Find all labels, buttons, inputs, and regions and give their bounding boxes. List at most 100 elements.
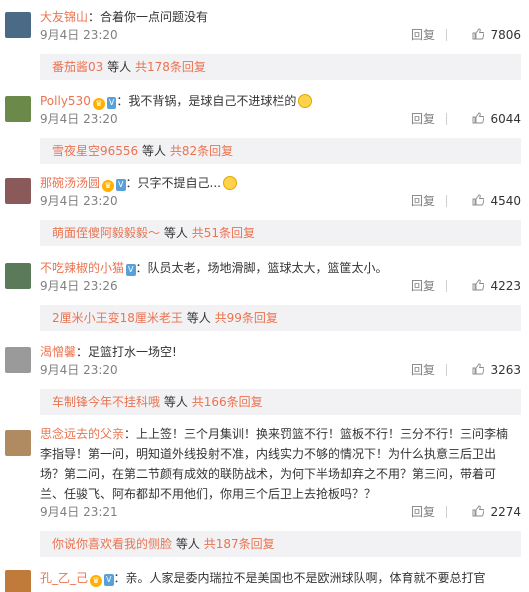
username-link[interactable]: 思念远去的父亲 [40, 427, 124, 441]
avatar[interactable] [5, 178, 31, 204]
sub-reply-user[interactable]: 雪夜星空96556 [52, 144, 138, 158]
divider [446, 280, 447, 292]
comment-list: 大友锦山：合着你一点问题没有 9月4日 23:20 回复 7806 番茄酱03 … [0, 0, 529, 592]
comment-text: 只字不提自己... [137, 176, 221, 190]
comment-meta: 9月4日 23:20 回复 6044 [40, 111, 521, 127]
thumbs-up-icon [473, 112, 485, 124]
emoji-icon [298, 94, 313, 108]
sub-reply-count[interactable]: 共187条回复 [204, 537, 275, 551]
comment-text-line: 场？第二问，在第二节颜有成效的联防战术，为何下半场却弃之不用？第三问，带着可 [40, 467, 497, 481]
like-button[interactable]: 3263 [472, 362, 521, 378]
crown-icon: ♛ [90, 575, 103, 587]
sub-reply-user[interactable]: 你说你喜欢看我的侧脸 [52, 537, 172, 551]
username-link[interactable]: 不吃辣椒的小猫 [40, 261, 124, 275]
like-count: 7806 [490, 28, 521, 42]
vip-badge-icon: V [104, 574, 114, 586]
sub-reply-count[interactable]: 共178条回复 [135, 60, 206, 74]
username-link[interactable]: Polly530 [40, 94, 91, 108]
reply-button[interactable]: 回复 [411, 278, 435, 294]
vip-badge-icon: V [116, 179, 126, 191]
sub-reply-box[interactable]: 车制锋今年不挂科哦 等人 共166条回复 [40, 389, 521, 415]
comment-time: 9月4日 23:26 [40, 279, 118, 293]
reply-button[interactable]: 回复 [411, 27, 435, 43]
divider [446, 29, 447, 41]
like-count: 4540 [490, 194, 521, 208]
sub-reply-box[interactable]: 番茄酱03 等人 共178条回复 [40, 54, 521, 80]
comment-item: 不吃辣椒的小猫 V ：队员太老，场地滑脚，篮球太大，篮筐太小。 9月4日 23:26… [0, 251, 529, 331]
thumbs-up-icon [473, 28, 485, 40]
avatar[interactable] [5, 263, 31, 289]
comment-meta: 9月4日 23:26 回复 4223 [40, 278, 521, 294]
reply-button[interactable]: 回复 [411, 362, 435, 378]
like-count: 2274 [490, 505, 521, 519]
vip-badge-icon: V [126, 264, 136, 276]
comment-text: 队员太老，场地滑脚，篮球太大，篮筐太小。 [147, 261, 388, 275]
username-link[interactable]: 大友锦山 [40, 10, 88, 24]
sub-reply-count[interactable]: 共99条回复 [215, 311, 278, 325]
avatar[interactable] [5, 430, 31, 456]
reply-button[interactable]: 回复 [411, 504, 435, 520]
sub-reply-user[interactable]: 萌面侄傻阿毅毅毅～ [52, 226, 160, 240]
crown-icon: ♛ [92, 98, 105, 110]
like-button[interactable]: 4540 [472, 193, 521, 209]
divider [446, 195, 447, 207]
sub-reply-count[interactable]: 共51条回复 [192, 226, 255, 240]
avatar[interactable] [5, 12, 31, 38]
sub-reply-user[interactable]: 番茄酱03 [52, 60, 103, 74]
like-button[interactable]: 7806 [472, 27, 521, 43]
crown-icon: ♛ [102, 180, 115, 192]
like-button[interactable]: 6044 [472, 111, 521, 127]
thumbs-up-icon [473, 194, 485, 206]
comment-text-block: 思念远去的父亲：上上签！三个月集训！换来罚篮不行！篮板不行！三分不行！三问李楠 … [40, 424, 521, 504]
sub-reply-box[interactable]: 萌面侄傻阿毅毅毅～ 等人 共51条回复 [40, 220, 521, 246]
sub-reply-box[interactable]: 2厘米小王变18厘米老王 等人 共99条回复 [40, 305, 521, 331]
reply-button[interactable]: 回复 [411, 193, 435, 209]
sub-reply-user[interactable]: 车制锋今年不挂科哦 [52, 395, 160, 409]
comment-item: 孔_乙_己 ♛ V ：亲。人家是委内瑞拉不是美国也不是欧洲球队啊，体育就不要总打官 [0, 562, 529, 592]
sub-reply-box[interactable]: 雪夜星空96556 等人 共82条回复 [40, 138, 521, 164]
comment-text-line: 兰、任骏飞、阿布都却不用他们，你用三个后卫上去抢板吗？？ [40, 487, 377, 501]
comment-text: 我不背锅，是球自己不进球栏的 [128, 94, 297, 108]
avatar[interactable] [5, 570, 31, 592]
emoji-icon [222, 176, 237, 190]
thumbs-up-icon [473, 363, 485, 375]
like-count: 6044 [490, 112, 521, 126]
comment-meta: 9月4日 23:20 回复 3263 [40, 362, 521, 378]
comment-item: 那碗汤汤圆 ♛ V ：只字不提自己... 9月4日 23:20 回复 4540 萌面侄… [0, 166, 529, 246]
username-link[interactable]: 渴憎馨 [40, 345, 76, 359]
comment-time: 9月4日 23:20 [40, 363, 118, 377]
comment-item: 渴憎馨：足篮打水一场空! 9月4日 23:20 回复 3263 车制锋今年不挂科… [0, 335, 529, 415]
comment-text: 足篮打水一场空! [88, 345, 177, 359]
comment-meta: 9月4日 23:21 回复 2274 [40, 504, 521, 520]
comment-meta: 9月4日 23:20 回复 4540 [40, 193, 521, 209]
comment-item: Polly530 ♛ V ：我不背锅，是球自己不进球栏的 9月4日 23:20 回复 … [0, 84, 529, 164]
username-link[interactable]: 孔_乙_己 [40, 571, 88, 585]
vip-badge-icon: V [106, 97, 117, 109]
like-button[interactable]: 2274 [472, 504, 521, 520]
sub-reply-user[interactable]: 2厘米小王变18厘米老王 [52, 311, 183, 325]
divider [446, 506, 447, 518]
comment-time: 9月4日 23:21 [40, 505, 118, 519]
comment-item: 大友锦山：合着你一点问题没有 9月4日 23:20 回复 7806 番茄酱03 … [0, 0, 529, 80]
comment-text: 合着你一点问题没有 [100, 10, 209, 24]
sub-reply-box[interactable]: 你说你喜欢看我的侧脸 等人 共187条回复 [40, 531, 521, 557]
avatar[interactable] [5, 96, 31, 122]
sub-reply-count[interactable]: 共166条回复 [192, 395, 263, 409]
username-link[interactable]: 那碗汤汤圆 [40, 176, 100, 190]
comment-time: 9月4日 23:20 [40, 194, 118, 208]
like-button[interactable]: 4223 [472, 278, 521, 294]
like-count: 3263 [490, 363, 521, 377]
thumbs-up-icon [473, 279, 485, 291]
sub-reply-count[interactable]: 共82条回复 [170, 144, 233, 158]
comment-time: 9月4日 23:20 [40, 28, 118, 42]
comment-time: 9月4日 23:20 [40, 112, 118, 126]
divider [446, 113, 447, 125]
avatar[interactable] [5, 347, 31, 373]
comment-text-line: 李指导！第一问，明知道外线投射不准，内线实力不够的情况下！为什么执意三后卫出 [40, 447, 497, 461]
like-count: 4223 [490, 279, 521, 293]
comment-meta: 9月4日 23:20 回复 7806 [40, 27, 521, 43]
comment-text-line: 上上签！三个月集训！换来罚篮不行！篮板不行！三分不行！三问李楠 [136, 427, 509, 441]
reply-button[interactable]: 回复 [411, 111, 435, 127]
thumbs-up-icon [473, 505, 485, 517]
divider [446, 364, 447, 376]
